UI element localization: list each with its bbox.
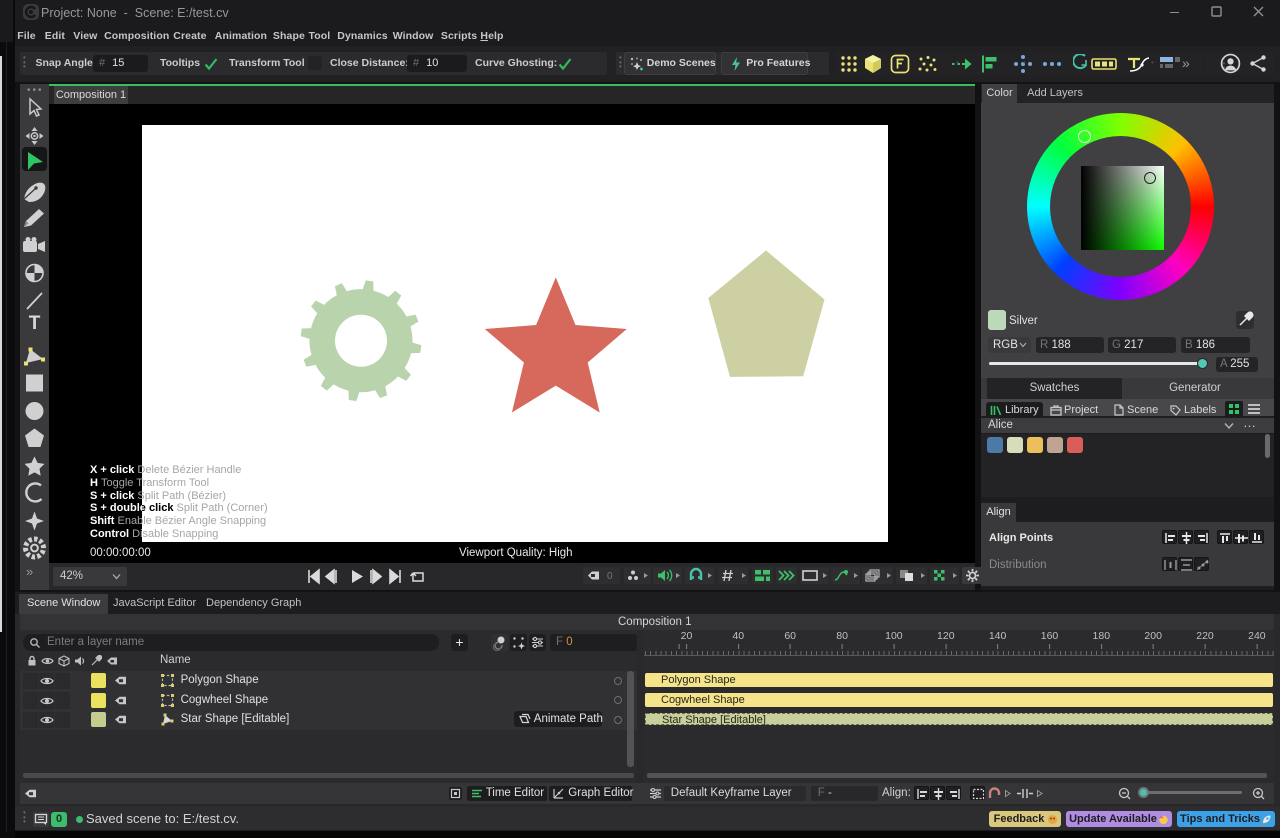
svg-text:0: 0 [607,571,613,582]
